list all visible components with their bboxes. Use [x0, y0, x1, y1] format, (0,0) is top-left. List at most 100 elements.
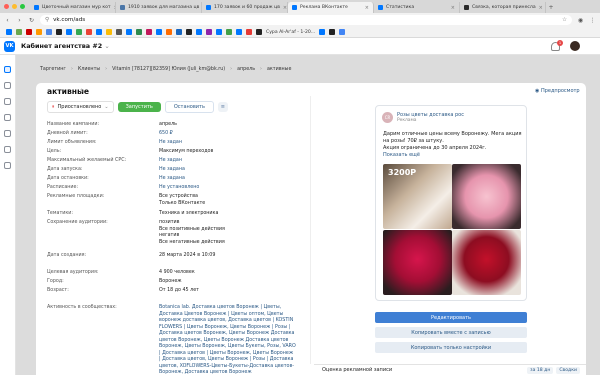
bookmark-icon[interactable]	[136, 29, 142, 35]
property-value[interactable]: 650 ₽	[159, 131, 296, 138]
sidebar-audience-icon[interactable]	[4, 114, 11, 121]
copy-settings-button[interactable]: Копировать только настройки	[375, 342, 527, 353]
vk-logo[interactable]: VK	[4, 40, 15, 52]
close-window-icon[interactable]	[4, 4, 9, 9]
property-value[interactable]: Botanica lab. Доставка цветов Воронеж | …	[159, 305, 296, 375]
forward-icon[interactable]: ›	[16, 17, 23, 24]
browser-tab[interactable]: 170 заявок и 60 продаж цв ×	[202, 2, 288, 13]
bookmark-icon[interactable]	[166, 29, 172, 35]
app-header: VK Кабинет агентства #2 ⌄	[0, 38, 600, 55]
property-value[interactable]: Не задан	[159, 158, 296, 165]
back-icon[interactable]: ‹	[4, 17, 11, 24]
bookmark-icon[interactable]	[329, 29, 336, 35]
bookmark-star-icon[interactable]: ☆	[562, 17, 567, 23]
bookmark-icon[interactable]	[86, 29, 92, 35]
stop-button[interactable]: Остановить	[164, 101, 214, 113]
bookmark-icon[interactable]	[66, 29, 72, 35]
bookmark-icon[interactable]	[206, 29, 212, 35]
bookmark-icon[interactable]	[246, 29, 252, 35]
property-value[interactable]: Не задана	[159, 167, 296, 174]
new-tab-button[interactable]: +	[546, 2, 556, 13]
sidebar-campaigns-icon[interactable]	[4, 66, 11, 73]
bookmark-icon[interactable]	[56, 29, 62, 35]
property-label: Дневной лимит:	[47, 131, 88, 136]
preview-link[interactable]: ◉ Предпросмотр	[535, 88, 580, 94]
tab-close-icon[interactable]: ×	[365, 5, 369, 11]
tab-label: Реклама ВКонтакте	[300, 5, 348, 10]
breadcrumb-item[interactable]: Клиенты	[78, 67, 100, 72]
sidebar-budget-icon[interactable]	[4, 98, 11, 105]
bookmark-icon[interactable]	[6, 29, 12, 35]
bookmark-icon[interactable]	[26, 29, 32, 35]
profile-icon[interactable]: ◉	[577, 17, 584, 24]
user-avatar[interactable]	[570, 41, 580, 51]
bookmark-icon[interactable]	[176, 29, 182, 35]
tab-close-icon[interactable]: ×	[283, 5, 287, 11]
sidebar-help-icon[interactable]	[4, 162, 11, 169]
copy-with-record-button[interactable]: Копировать вместе с записью	[375, 327, 527, 338]
bookmark-icon[interactable]	[36, 29, 42, 35]
bookmark-icon[interactable]	[226, 29, 232, 35]
tab-close-icon[interactable]: ×	[451, 5, 455, 11]
notifications-bell-icon[interactable]: 1	[551, 39, 563, 51]
property-label: Активность в сообществах:	[47, 305, 117, 310]
browser-tab-active[interactable]: Реклама ВКонтакте ×	[288, 2, 374, 13]
launch-button[interactable]: Запустить	[117, 102, 161, 112]
breadcrumb-item[interactable]: Таргетинг	[40, 67, 66, 72]
property-label: Дата остановки:	[47, 176, 89, 181]
show-more-link[interactable]: Показать ещё	[383, 152, 420, 158]
bookmark-icon[interactable]	[319, 29, 326, 35]
bookmark-icon[interactable]	[186, 29, 192, 35]
browser-tab[interactable]: Статистика ×	[374, 2, 460, 13]
bookmark-icon[interactable]	[236, 29, 242, 35]
browser-tab[interactable]: Цветочный магазин мур кот×	[30, 2, 116, 13]
summary-chip[interactable]: Сводки	[556, 366, 580, 374]
browser-tab[interactable]: Связка, которая принесла ×	[460, 2, 546, 13]
minimize-window-icon[interactable]	[12, 4, 17, 9]
tab-favicon-icon	[378, 5, 383, 10]
edit-pencil-icon[interactable]: ✎	[80, 88, 85, 95]
property-value[interactable]: Не установлено	[159, 185, 296, 192]
bookmark-icon[interactable]	[196, 29, 202, 35]
bookmark-icon[interactable]	[156, 29, 162, 35]
bookmark-icon[interactable]	[126, 29, 132, 35]
period-chip[interactable]: за 18 дн	[527, 366, 554, 374]
stats-button[interactable]: ≡	[217, 102, 228, 112]
cabinet-selector[interactable]: Кабинет агентства #2 ⌄	[21, 42, 110, 50]
sidebar-stats-icon[interactable]	[4, 82, 11, 89]
bookmark-icon[interactable]	[216, 29, 222, 35]
bookmark-icon[interactable]	[339, 29, 346, 35]
browser-tab[interactable]: 1910 заявок для магазина цв×	[116, 2, 202, 13]
bookmark-icon[interactable]	[16, 29, 22, 35]
site-info-icon[interactable]: ⚲	[45, 17, 49, 23]
browser-tabbar: Цветочный магазин мур кот× 1910 заявок д…	[0, 0, 600, 13]
menu-icon[interactable]: ⋮	[589, 17, 596, 24]
edit-button[interactable]: Редактировать	[375, 312, 527, 323]
bookmark-item[interactable]: Сура Al-Ar'af - 1-20...	[266, 30, 315, 35]
community-avatar[interactable]: CR	[382, 112, 393, 123]
property-label: Название кампании:	[47, 122, 100, 127]
property-value: позитив Все позитивные действия негатив …	[159, 220, 225, 245]
ad-text: Дарим отличные цены всему Воронежу. Мега…	[383, 131, 522, 151]
breadcrumb: Таргетинг › Клиенты › Vitamin [78127][8235…	[40, 67, 292, 72]
sidebar-pixel-icon[interactable]	[4, 130, 11, 137]
bookmark-icon[interactable]	[116, 29, 122, 35]
bookmark-icon[interactable]	[146, 29, 152, 35]
breadcrumb-item[interactable]: апрель	[237, 67, 255, 72]
maximize-window-icon[interactable]	[20, 4, 25, 9]
property-value[interactable]: Не задан	[159, 140, 296, 147]
bookmark-icon[interactable]	[96, 29, 102, 35]
property-value[interactable]: Не задана	[159, 176, 296, 183]
ad-preview-card: CR Розы цветы доставка рос Реклама Дарим…	[375, 105, 527, 301]
reload-icon[interactable]: ↻	[28, 17, 35, 24]
status-badge[interactable]: ⏸ Приостановлено ⌄	[47, 101, 114, 113]
bookmark-icon[interactable]	[46, 29, 52, 35]
bookmark-icon[interactable]	[106, 29, 112, 35]
tab-close-icon[interactable]: ×	[539, 5, 543, 11]
address-bar[interactable]: ⚲ vk.com/ads ☆	[40, 15, 572, 25]
bookmark-icon[interactable]	[256, 29, 262, 35]
sidebar-settings-icon[interactable]	[4, 146, 11, 153]
window-controls	[4, 4, 25, 9]
bookmark-icon[interactable]	[76, 29, 82, 35]
breadcrumb-item[interactable]: Vitamin [78127][82359] Юлия (Juli_km@bk.…	[112, 67, 225, 72]
